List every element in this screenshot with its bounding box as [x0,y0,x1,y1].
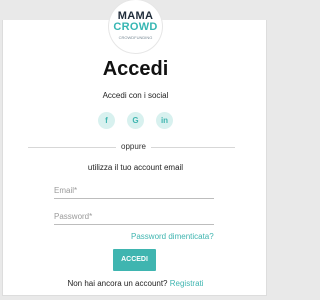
email-field[interactable]: Email* [54,184,214,199]
brand-tagline: CROWDFUNDING [118,35,153,40]
login-submit-button[interactable]: ACCEDI [113,249,156,271]
register-link[interactable]: Registrati [170,279,204,288]
brand-logo: MAMA CROWD CROWDFUNDING [109,0,162,53]
register-prompt: Non hai ancora un account? Registrati [0,279,271,288]
brand-name-bottom: CROWD [113,21,158,33]
google-login-button[interactable]: G [127,112,144,129]
linkedin-login-button[interactable]: in [156,112,173,129]
divider-left [28,147,116,148]
google-icon: G [132,116,139,125]
forgot-password-link[interactable]: Password dimenticata? [131,232,214,241]
facebook-login-button[interactable]: f [98,112,115,129]
email-login-label: utilizza il tuo account email [87,163,184,172]
social-login-label: Accedi con i social [102,91,169,100]
register-prompt-text: Non hai ancora un account? [67,279,168,288]
page-title: Accedi [102,58,169,80]
password-field[interactable]: Password* [54,210,214,225]
linkedin-icon: in [160,116,169,125]
divider-text: oppure [121,142,146,151]
divider-right [151,147,235,148]
facebook-icon: f [105,116,108,125]
